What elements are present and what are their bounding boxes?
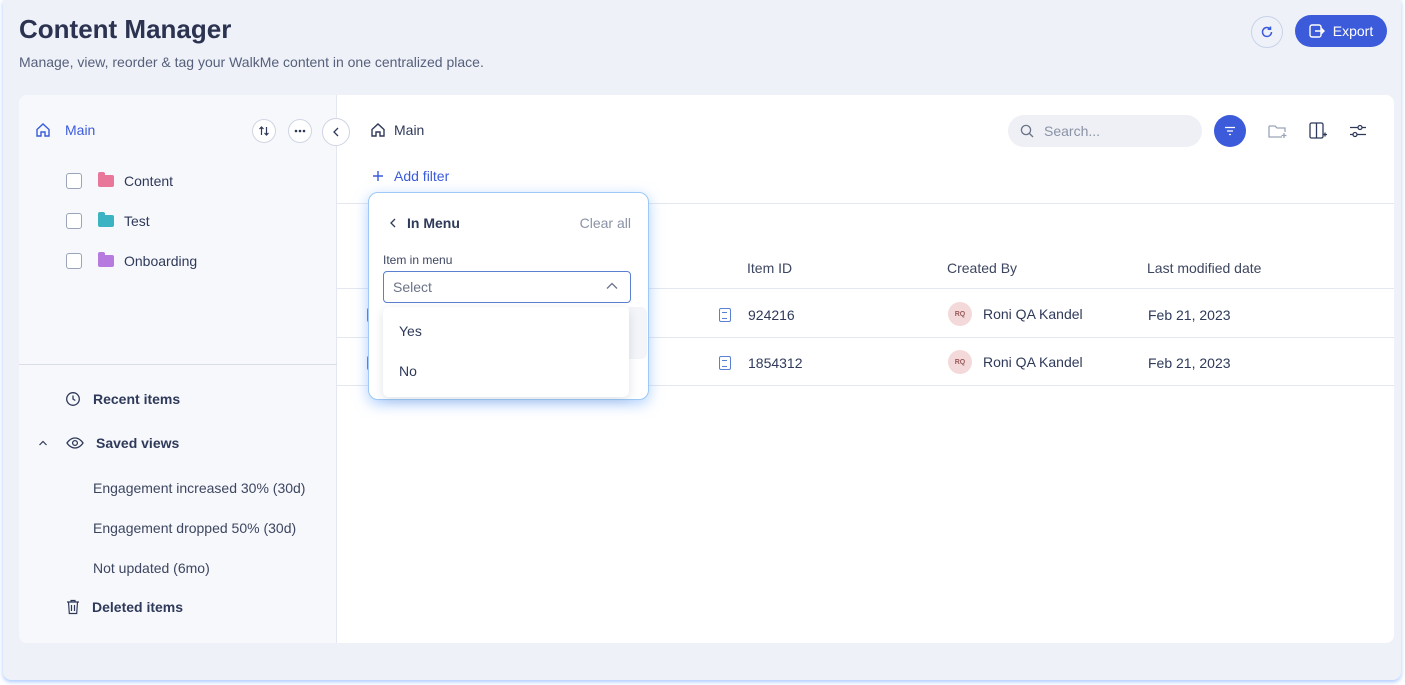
add-filter-button[interactable]: Add filter [372,168,449,184]
refresh-icon [1261,26,1273,38]
option-no[interactable]: No [399,363,417,379]
folder-checkbox[interactable] [66,213,82,229]
deleted-label: Deleted items [92,599,184,615]
home-icon [36,123,50,137]
saved-views-label: Saved views [96,435,180,451]
sidebar-item-deleted[interactable]: Deleted items [66,599,183,615]
cell-created-by: Roni QA Kandel [983,354,1083,370]
folder-icon [98,252,114,267]
export-button[interactable]: Export [1295,15,1387,47]
dropdown-backdrop [629,307,647,359]
settings-button[interactable] [1348,121,1368,141]
folder-icon [98,212,114,227]
app-frame: Content Manager Manage, view, reorder & … [3,0,1401,680]
search-icon [1020,124,1034,138]
clock-icon [66,392,80,406]
collapse-sidebar-button[interactable] [322,118,350,146]
select-options-menu: Yes No [383,307,629,397]
filter-button[interactable] [1214,115,1246,147]
folder-label: Content [124,173,174,189]
more-icon [294,129,306,133]
chevron-left-icon [390,218,396,228]
column-header-last-modified[interactable]: Last modified date [1147,260,1261,276]
folder-item-content[interactable]: Content [66,172,174,189]
home-icon [371,123,385,137]
sidebar-divider [19,364,337,365]
document-icon [719,356,731,370]
sidebar: Main Content Test Onboarding Recent item… [19,95,337,643]
popover-title: In Menu [407,215,460,231]
refresh-button[interactable] [1251,16,1283,48]
clear-all-button[interactable]: Clear all [580,215,631,231]
folder-add-icon [1268,125,1287,138]
field-label: Item in menu [383,253,453,267]
folder-checkbox[interactable] [66,253,82,269]
column-header-created-by[interactable]: Created By [947,260,1017,276]
plus-icon [373,171,383,181]
export-label: Export [1332,23,1374,39]
breadcrumb-label: Main [394,122,425,138]
add-filter-label: Add filter [394,168,450,184]
folder-item-onboarding[interactable]: Onboarding [66,252,198,269]
cell-modified: Feb 21, 2023 [1148,307,1231,323]
folder-checkbox[interactable] [66,173,82,189]
new-folder-button[interactable] [1268,121,1288,141]
cell-item-id: 924216 [748,307,795,323]
recent-label: Recent items [93,391,181,407]
chevron-left-icon [333,127,339,137]
cell-modified: Feb 21, 2023 [1148,355,1231,371]
folder-label: Onboarding [124,253,198,269]
item-in-menu-select[interactable]: Select [383,271,631,303]
eye-icon [66,437,84,449]
select-placeholder: Select [393,279,432,295]
page-subtitle: Manage, view, reorder & tag your WalkMe … [19,54,484,70]
sliders-icon [1350,124,1366,138]
breadcrumb[interactable]: Main [370,122,424,138]
page-title: Content Manager [19,14,232,44]
option-yes[interactable]: Yes [399,323,422,339]
sidebar-item-recent[interactable]: Recent items [65,391,180,407]
chevron-up-icon [39,440,47,446]
popover-back-button[interactable]: In Menu [389,215,460,231]
avatar: RQ [948,350,972,374]
cell-item-id: 1854312 [748,355,803,371]
search-input[interactable]: Search... [1008,115,1202,147]
sort-icon [259,126,269,136]
cell-created-by: Roni QA Kandel [983,306,1083,322]
sidebar-root-label: Main [65,122,96,138]
folder-item-test[interactable]: Test [66,212,150,229]
document-icon [719,308,731,322]
add-column-button[interactable] [1308,121,1328,141]
more-options-button[interactable] [288,119,312,143]
chevron-up-icon [606,282,618,289]
sort-button[interactable] [252,119,276,143]
saved-view-item[interactable]: Engagement increased 30% (30d) [93,480,305,496]
filter-popover: In Menu Clear all Item in menu Select Ye… [368,192,649,400]
folder-icon [98,172,114,187]
sidebar-item-saved-views[interactable]: Saved views [38,435,179,451]
filter-icon [1225,126,1235,136]
avatar: RQ [948,302,972,326]
main-card: Main Content Test Onboarding Recent item… [19,95,1394,643]
export-icon [1309,24,1325,38]
saved-view-item[interactable]: Engagement dropped 50% (30d) [93,520,296,536]
trash-icon [67,599,79,615]
sidebar-root-main[interactable]: Main [35,122,95,138]
saved-view-item[interactable]: Not updated (6mo) [93,560,210,576]
folder-label: Test [124,213,150,229]
search-placeholder: Search... [1044,123,1101,139]
column-header-item-id[interactable]: Item ID [747,260,792,276]
columns-add-icon [1309,122,1327,139]
